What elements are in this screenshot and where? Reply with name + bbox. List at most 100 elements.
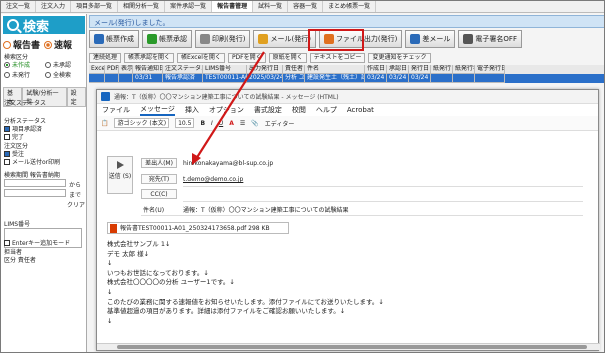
grid-header-5[interactable]: LIMS番号 xyxy=(203,65,247,74)
to-value[interactable]: t.demo@demo.co.jp xyxy=(183,176,243,183)
cc-button[interactable]: CC(C) xyxy=(141,189,177,199)
radio-express[interactable]: 速報 xyxy=(44,38,72,51)
toolbar-icon-2 xyxy=(200,34,210,44)
outlook-menu-1[interactable]: メッセージ xyxy=(140,104,175,116)
grid-header-2[interactable]: 表示 xyxy=(119,65,133,74)
grid-cell-13 xyxy=(453,74,475,83)
checkbox-mail[interactable]: メール送付or印刷 xyxy=(4,157,60,166)
outlook-menu-6[interactable]: ヘルプ xyxy=(316,105,337,115)
tab-3[interactable]: 相関分析一覧 xyxy=(118,1,166,12)
bullets-icon[interactable]: ☰ xyxy=(240,120,245,127)
period-to-field[interactable] xyxy=(4,189,66,197)
tab-4[interactable]: 案件承認一覧 xyxy=(165,1,213,12)
font-name-select[interactable]: 游ゴシック (本文) xyxy=(114,118,170,128)
tab-5[interactable]: 報告書管理 xyxy=(212,1,254,12)
grid-cell-0 xyxy=(89,74,105,83)
outlook-menu-4[interactable]: 書式設定 xyxy=(254,105,282,115)
subject-field[interactable]: 通報：T（仮称）〇〇マンション建築工事についての試験結果 xyxy=(183,205,349,214)
grid-header-0[interactable]: Excel xyxy=(89,65,105,74)
toolbar2-button-4[interactable]: 原紙を開く xyxy=(268,53,307,63)
body-line-8: ↓ xyxy=(107,316,113,325)
grid-cell-9: 03/24 xyxy=(365,74,387,83)
toolbar2-button-3[interactable]: PDFを開く xyxy=(227,53,266,63)
report-grid: ExcelPDF表示報告通知日注文ステータスLIMS番号出力発行日責任者件名作成… xyxy=(89,65,604,83)
attachment-size: 298 KB xyxy=(248,224,270,232)
table-row[interactable]: 03/31報告承認済TEST00011-A012025/03/24分析 ユ建設発… xyxy=(89,74,604,83)
clear-button[interactable]: クリア xyxy=(67,200,85,209)
toolbar-button-3[interactable]: メール(発行) xyxy=(253,30,316,48)
outlook-menu-5[interactable]: 校閲 xyxy=(292,105,306,115)
grid-header-14[interactable]: 電子発行日 xyxy=(475,65,505,74)
radio-unsent[interactable]: 未作成 xyxy=(4,60,30,69)
font-color-icon[interactable]: A xyxy=(229,120,234,127)
toolbar-button-5[interactable]: 差メール xyxy=(405,30,456,48)
tab-1[interactable]: 注文入力 xyxy=(36,1,72,12)
toolbar-label-5: 差メール xyxy=(422,35,451,43)
tab-0[interactable]: 注文一覧 xyxy=(1,1,37,12)
grid-header-10[interactable]: 承認日 xyxy=(387,65,409,74)
attach-icon[interactable]: 📎 xyxy=(251,120,258,127)
grid-cell-10: 03/24 xyxy=(387,74,409,83)
grid-cell-6: 2025/03/24 xyxy=(247,74,283,83)
tab-settings[interactable]: 設定 xyxy=(66,87,86,107)
italic-icon[interactable]: I xyxy=(211,120,213,127)
checkbox-enter-mode[interactable]: Enterキー追加モード xyxy=(4,238,70,247)
toolbar-button-2[interactable]: 印刷(発行) xyxy=(195,30,251,48)
outlook-menu: ファイル メッセージ 挿入 オプション 書式設定 校閲 ヘルプ Acrobat xyxy=(97,104,598,116)
toolbar2-button-2[interactable]: 帳Excelを開く xyxy=(177,53,225,63)
grid-cell-14 xyxy=(475,74,505,83)
toolbar2-button-1[interactable]: 帳票承認を開く xyxy=(124,53,175,63)
tab-6[interactable]: 試料一覧 xyxy=(253,1,289,12)
search-button[interactable]: 検索 xyxy=(3,16,85,35)
outlook-menu-3[interactable]: オプション xyxy=(209,105,244,115)
toolbar-button-0[interactable]: 帳票作成 xyxy=(89,30,139,48)
grid-header-3[interactable]: 報告通知日 xyxy=(133,65,163,74)
grid-header-12[interactable]: 紙発行日 xyxy=(431,65,453,74)
outlook-menu-7[interactable]: Acrobat xyxy=(347,106,374,114)
tab-8[interactable]: まとめ帳票一覧 xyxy=(323,1,377,12)
body-line-6: このたびの業務に関する速報値をお知らせいたします。添付ファイルにてお送りいたしま… xyxy=(107,297,384,306)
to-button[interactable]: 宛先(T) xyxy=(141,174,177,184)
grid-header-6[interactable]: 出力発行日 xyxy=(247,65,283,74)
editor-button[interactable]: エディター xyxy=(265,119,295,128)
period-from-field[interactable] xyxy=(4,179,66,187)
grid-header-13[interactable]: 紙発行者 xyxy=(453,65,475,74)
toolbar-button-6[interactable]: 電子署名OFF xyxy=(458,30,522,48)
outlook-menu-2[interactable]: 挿入 xyxy=(185,105,199,115)
font-size-select[interactable]: 10.5 xyxy=(175,118,195,128)
radio-not-issued[interactable]: 未発行 xyxy=(4,70,30,79)
underline-icon[interactable]: U xyxy=(219,120,223,127)
radio-report[interactable]: 報告書 xyxy=(3,38,40,51)
checkbox-done[interactable]: 完了 xyxy=(4,132,24,141)
message-body[interactable]: 株式会社サンプル 1↓ デモ 太郎 様↓ ↓ いつもお世話になっております。↓ 株式会社… xyxy=(107,240,577,326)
radio-all[interactable]: 全検索 xyxy=(45,70,71,79)
toolbar2-button-6[interactable]: 変更通知をチェック xyxy=(368,53,431,63)
search-icon xyxy=(7,19,19,31)
secondary-toolbar: 連続処理 帳票承認を開く 帳Excelを開く PDFを開く 原紙を開く テキストをコピー変… xyxy=(89,53,604,63)
toolbar-button-1[interactable]: 帳票承認 xyxy=(142,30,192,48)
grid-cell-5: TEST00011-A01 xyxy=(203,74,247,83)
attachment-chip[interactable]: 報告書TEST00011-A01_250324173658.pdf 298 KB xyxy=(107,222,289,234)
grid-header-7[interactable]: 責任者 xyxy=(283,65,305,74)
grid-cell-11: 03/24 xyxy=(409,74,431,83)
subject-divider xyxy=(141,215,583,216)
grid-header-11[interactable]: 発行日 xyxy=(409,65,431,74)
toolbar2-button-0[interactable]: 連続処理 xyxy=(89,53,122,63)
scrollbar-thumb[interactable] xyxy=(117,345,587,349)
toolbar2-button-5[interactable]: テキストをコピー xyxy=(309,53,366,63)
bold-icon[interactable]: B xyxy=(200,120,205,127)
horizontal-scrollbar[interactable] xyxy=(97,343,600,350)
grid-header-4[interactable]: 注文ステータス xyxy=(163,65,203,74)
radio-unapproved[interactable]: 未承認 xyxy=(45,60,71,69)
grid-header-8[interactable]: 件名 xyxy=(305,65,365,74)
outlook-title: 通報：T（仮称）〇〇マンション建築工事についての試験結果 - メッセージ (HT… xyxy=(114,94,339,101)
from-value: hirokonakayama@bl-sup.co.jp xyxy=(183,160,274,167)
grid-header-1[interactable]: PDF xyxy=(105,65,119,74)
grid-header-9[interactable]: 作成日 xyxy=(365,65,387,74)
outlook-menu-0[interactable]: ファイル xyxy=(102,105,130,115)
send-button[interactable]: 送信 (S) xyxy=(107,156,133,194)
tab-2[interactable]: 項目多部一覧 xyxy=(71,1,119,12)
paste-icon[interactable]: 📋 xyxy=(101,120,108,127)
tab-7[interactable]: 容器一覧 xyxy=(288,1,324,12)
from-button[interactable]: 差出人(M) xyxy=(141,158,177,168)
